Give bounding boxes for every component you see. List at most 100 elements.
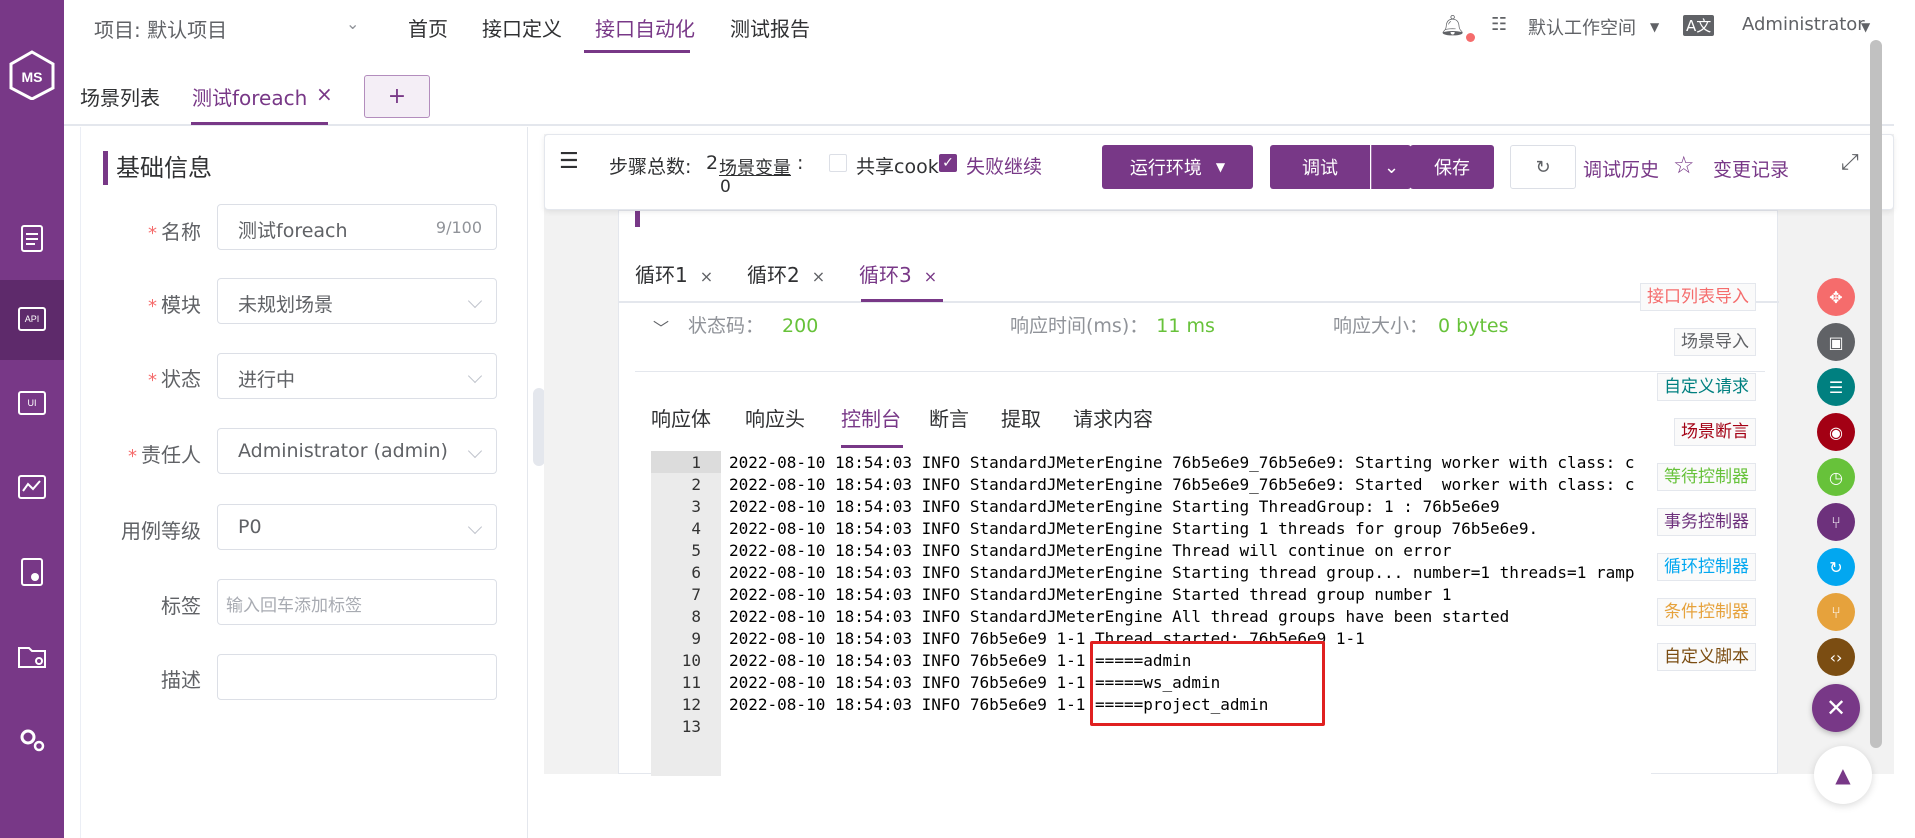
move-icon[interactable]: ✥ xyxy=(1817,278,1855,316)
back-to-top-icon[interactable]: ▲ xyxy=(1814,746,1872,804)
svg-text:API: API xyxy=(25,314,40,324)
console-line: 2022-08-10 18:54:03 INFO StandardJMeterE… xyxy=(729,563,1635,582)
tab-response-headers[interactable]: 响应头 xyxy=(745,403,805,432)
name-field[interactable]: 测试foreach 9/100 xyxy=(217,204,497,250)
api-nav-icon[interactable]: API xyxy=(0,280,64,360)
app-logo[interactable]: MS xyxy=(9,50,55,101)
nav-api-automation[interactable]: 接口自动化 xyxy=(595,13,695,42)
debug-button[interactable]: 调试 xyxy=(1270,145,1370,189)
clapper-icon[interactable]: ▣ xyxy=(1817,323,1855,361)
line-number: 3 xyxy=(691,497,701,516)
nav-test-report[interactable]: 测试报告 xyxy=(730,13,810,42)
bell-icon[interactable]: 🔔︎ xyxy=(1440,13,1465,37)
workspace-caret-icon: ▼ xyxy=(1650,20,1660,34)
page-scrollbar[interactable] xyxy=(1870,40,1882,748)
nav-api-definition[interactable]: 接口定义 xyxy=(482,13,562,42)
owner-label: * 责任人 xyxy=(128,443,201,467)
console-line: 2022-08-10 18:54:03 INFO StandardJMeterE… xyxy=(729,607,1510,626)
divider xyxy=(635,371,1765,372)
branch-icon[interactable]: ⑂ xyxy=(1817,503,1855,541)
tags-input[interactable]: 输入回车添加标签 xyxy=(217,579,497,625)
line-number: 13 xyxy=(681,717,701,736)
insert-assert-label[interactable]: 场景断言 xyxy=(1674,418,1756,446)
loop-icon[interactable]: ↻ xyxy=(1817,548,1855,586)
step-total-value: 2 xyxy=(706,152,719,174)
insert-clapper-label[interactable]: 场景导入 xyxy=(1674,328,1756,356)
language-icon[interactable]: A文 xyxy=(1683,15,1715,36)
add-tab-button[interactable]: + xyxy=(364,75,430,118)
nav-home[interactable]: 首页 xyxy=(408,13,448,42)
top-navigation: 项目: 默认项目 ⌄ 首页 接口定义 接口自动化 测试报告 🔔︎ ☷ 默认工作空… xyxy=(64,0,1915,54)
char-count: 9/100 xyxy=(435,218,482,237)
settings-nav-icon[interactable] xyxy=(0,700,64,780)
ui-nav-icon[interactable]: UI xyxy=(0,364,64,444)
scenario-tabs: 场景列表 测试foreach × + xyxy=(64,64,1894,126)
chevron-down-icon xyxy=(467,293,483,309)
tab-loop-2[interactable]: 循环2 × xyxy=(747,259,825,288)
continue-on-fail-checkbox[interactable]: ✓ xyxy=(939,154,957,172)
chevron-down-icon xyxy=(467,443,483,459)
debug-dropdown-icon[interactable]: ⌄ xyxy=(1371,145,1411,189)
collapse-chevron-icon[interactable]: ﹀ xyxy=(653,315,669,339)
track-nav-icon[interactable] xyxy=(0,198,64,278)
share-cookie-checkbox[interactable] xyxy=(829,154,847,172)
debug-history-link[interactable]: 调试历史 xyxy=(1583,155,1659,182)
scene-variable-count: 0 xyxy=(720,177,731,197)
step-total-label: 步骤总数: xyxy=(609,156,692,178)
close-icon[interactable]: × xyxy=(316,82,333,106)
condition-icon[interactable]: ⑂ xyxy=(1817,593,1855,631)
tab-console[interactable]: 控制台 xyxy=(841,403,901,432)
tab-scene-list[interactable]: 场景列表 xyxy=(80,82,160,111)
tab-extract[interactable]: 提取 xyxy=(1001,403,1041,432)
line-number: 4 xyxy=(691,519,701,538)
insert-loop-label[interactable]: 循环控制器 xyxy=(1657,553,1756,581)
tab-loop-1[interactable]: 循环1 × xyxy=(635,259,713,288)
description-textarea[interactable] xyxy=(217,654,497,700)
console-line: 2022-08-10 18:54:03 INFO StandardJMeterE… xyxy=(729,585,1452,604)
insert-condition-label[interactable]: 条件控制器 xyxy=(1657,598,1756,626)
line-number: 6 xyxy=(691,563,701,582)
insert-code-label[interactable]: 自定义脚本 xyxy=(1657,643,1756,671)
module-label: * 模块 xyxy=(148,293,201,317)
close-icon[interactable]: ✕ xyxy=(1812,684,1860,732)
project-selector[interactable]: 项目: 默认项目 xyxy=(94,14,227,43)
insert-clock-label[interactable]: 等待控制器 xyxy=(1657,463,1756,491)
insert-move-label[interactable]: 接口列表导入 xyxy=(1640,283,1756,311)
tab-request-content[interactable]: 请求内容 xyxy=(1073,403,1153,432)
console-editor[interactable]: 1 2022-08-10 18:54:03 INFO StandardJMeter… xyxy=(651,451,1651,776)
tab-loop-3[interactable]: 循环3 × xyxy=(859,259,937,288)
change-record-link[interactable]: 变更记录 xyxy=(1713,155,1789,182)
fullscreen-icon[interactable]: ⤢ xyxy=(1841,150,1859,175)
clock-icon[interactable]: ◷ xyxy=(1817,458,1855,496)
menu-icon[interactable]: ☰ xyxy=(559,149,579,174)
status-select[interactable]: 进行中 xyxy=(217,353,497,399)
tab-response-body[interactable]: 响应体 xyxy=(651,403,711,432)
active-response-tab-indicator xyxy=(841,445,903,448)
star-icon[interactable]: ☆ xyxy=(1673,151,1695,179)
insert-sliders-label[interactable]: 自定义请求 xyxy=(1657,373,1756,401)
workspace-selector[interactable]: 默认工作空间 xyxy=(1528,14,1636,40)
tags-label: 标签 xyxy=(161,594,201,618)
refresh-icon[interactable]: ↻ xyxy=(1510,145,1576,189)
level-select[interactable]: P0 xyxy=(217,504,497,550)
owner-select[interactable]: Administrator (admin) xyxy=(217,428,497,474)
run-environment-button[interactable]: 运行环境 ▼ xyxy=(1102,145,1253,189)
user-menu[interactable]: Administrator xyxy=(1742,14,1865,35)
response-time: 响应时间(ms)： 11 ms xyxy=(1010,315,1215,337)
performance-nav-icon[interactable] xyxy=(0,448,64,528)
insert-branch-label[interactable]: 事务控制器 xyxy=(1657,508,1756,536)
tab-current-scene[interactable]: 测试foreach xyxy=(192,82,307,111)
code-icon[interactable]: ‹› xyxy=(1817,638,1855,676)
sidebar: MS API UI xyxy=(0,0,64,838)
sliders-icon[interactable]: ☰ xyxy=(1817,368,1855,406)
line-number: 11 xyxy=(681,673,701,692)
assert-icon[interactable]: ◉ xyxy=(1817,413,1855,451)
console-line: 2022-08-10 18:54:03 INFO StandardJMeterE… xyxy=(729,519,1539,538)
project-nav-icon[interactable] xyxy=(0,616,64,696)
module-select[interactable]: 未规划场景 xyxy=(217,278,497,324)
tab-assertions[interactable]: 断言 xyxy=(929,403,969,432)
save-button[interactable]: 保存 xyxy=(1410,145,1494,189)
share-cookie-label: 共享cook xyxy=(856,156,939,178)
report-nav-icon[interactable] xyxy=(0,532,64,612)
console-line: 2022-08-10 18:54:03 INFO StandardJMeterE… xyxy=(729,497,1500,516)
